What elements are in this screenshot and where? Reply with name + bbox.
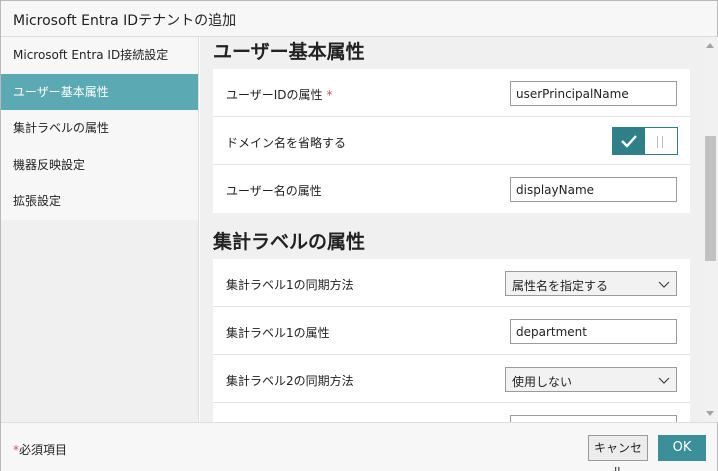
omit-domain-label: ドメイン名を省略する bbox=[226, 136, 347, 150]
scroll-down-arrow-icon[interactable] bbox=[706, 411, 714, 416]
label1-sync-row: 集計ラベル1の同期方法 属性名を指定する bbox=[213, 259, 690, 307]
cancel-button[interactable]: キャンセル bbox=[588, 435, 648, 471]
partial-next-row bbox=[213, 403, 690, 422]
label1-sync-method-select[interactable]: 属性名を指定する bbox=[505, 271, 677, 296]
sidebar-item-extended-settings[interactable]: 拡張設定 bbox=[1, 183, 198, 220]
label1-attr-label: 集計ラベル1の属性 bbox=[226, 326, 330, 340]
section-title-user-basic: ユーザー基本属性 bbox=[213, 41, 365, 63]
sidebar-item-aggregate-label-attributes[interactable]: 集計ラベルの属性 bbox=[1, 110, 198, 147]
omit-domain-toggle[interactable] bbox=[612, 127, 678, 155]
required-mark: * bbox=[326, 88, 333, 102]
add-tenant-dialog: Microsoft Entra IDテナントの追加 Microsoft Entr… bbox=[0, 0, 718, 471]
label2-sync-row: 集計ラベル2の同期方法 使用しない bbox=[213, 355, 690, 403]
scrollbar-thumb[interactable] bbox=[705, 136, 716, 261]
sidebar: Microsoft Entra ID接続設定 ユーザー基本属性 集計ラベルの属性… bbox=[1, 37, 199, 422]
chevron-down-icon bbox=[658, 281, 670, 288]
content-scrollbar[interactable] bbox=[703, 37, 718, 422]
required-fields-note: *必須項目 bbox=[13, 443, 68, 457]
label1-sync-method-value: 属性名を指定する bbox=[512, 279, 609, 293]
user-id-row: ユーザーIDの属性 * bbox=[213, 69, 690, 117]
scroll-up-arrow-icon[interactable] bbox=[706, 43, 714, 48]
aggregate-labels-card: 集計ラベル1の同期方法 属性名を指定する 集計ラベル1の属性 集計ラベル2の同期… bbox=[213, 259, 690, 422]
checkmark-icon bbox=[621, 135, 637, 148]
user-name-row: ユーザー名の属性 bbox=[213, 165, 690, 213]
ok-button[interactable]: OK bbox=[658, 435, 706, 461]
title-bar: Microsoft Entra IDテナントの追加 bbox=[1, 1, 717, 37]
sidebar-item-connection-settings[interactable]: Microsoft Entra ID接続設定 bbox=[1, 37, 198, 74]
toggle-on-state bbox=[613, 128, 645, 154]
user-name-attribute-input[interactable] bbox=[510, 177, 677, 202]
label1-sync-label: 集計ラベル1の同期方法 bbox=[226, 278, 354, 292]
user-basic-card: ユーザーIDの属性* ドメイン名を省略する ユーザー名の属性 bbox=[213, 69, 690, 213]
label2-sync-label: 集計ラベル2の同期方法 bbox=[226, 374, 354, 388]
toggle-grip-icon bbox=[657, 136, 663, 148]
sidebar-nav: Microsoft Entra ID接続設定 ユーザー基本属性 集計ラベルの属性… bbox=[1, 37, 198, 220]
omit-domain-row: ドメイン名を省略する bbox=[213, 117, 690, 165]
label2-sync-method-value: 使用しない bbox=[512, 375, 573, 389]
partial-next-input[interactable] bbox=[510, 415, 677, 422]
settings-content: ユーザー基本属性 ユーザーIDの属性* ドメイン名を省略する ユーザ bbox=[200, 37, 703, 422]
label1-attribute-input[interactable] bbox=[510, 319, 677, 344]
section-title-aggregate-labels: 集計ラベルの属性 bbox=[213, 231, 366, 253]
user-name-label: ユーザー名の属性 bbox=[226, 184, 322, 198]
label2-sync-method-select[interactable]: 使用しない bbox=[505, 367, 677, 392]
chevron-down-icon bbox=[658, 377, 670, 384]
label1-attr-row: 集計ラベル1の属性 bbox=[213, 307, 690, 355]
sidebar-item-device-reflection-settings[interactable]: 機器反映設定 bbox=[1, 147, 198, 184]
user-id-label: ユーザーIDの属性 * bbox=[226, 88, 333, 102]
sidebar-item-user-basic-attributes[interactable]: ユーザー基本属性 bbox=[1, 73, 198, 110]
dialog-footer: *必須項目 キャンセル OK bbox=[1, 422, 717, 471]
dialog-title: Microsoft Entra IDテナントの追加 bbox=[13, 13, 237, 29]
user-id-attribute-input[interactable] bbox=[510, 81, 677, 106]
